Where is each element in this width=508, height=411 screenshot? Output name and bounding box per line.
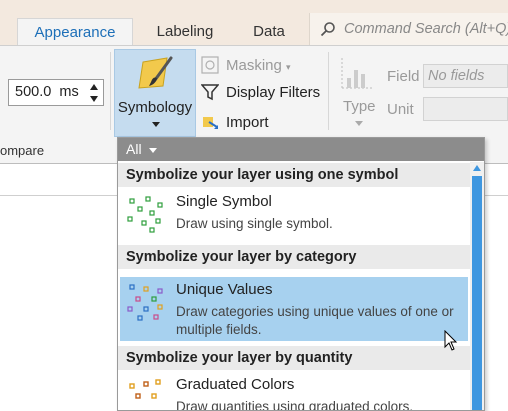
duration-spinner[interactable]: 500.0 ms xyxy=(8,79,104,106)
unique-values-option[interactable]: Unique Values Draw categories using uniq… xyxy=(120,277,468,341)
single-symbol-icon xyxy=(127,196,163,233)
filter-icon xyxy=(201,84,219,101)
chevron-down-icon xyxy=(152,122,160,127)
unique-values-icon xyxy=(127,284,163,321)
option-description: Draw using single symbol. xyxy=(176,216,333,231)
duration-value: 500.0 ms xyxy=(15,84,79,100)
search-icon xyxy=(320,22,335,37)
masking-button[interactable]: Masking ▾ xyxy=(226,57,291,74)
section-header: Symbolize your layer using one symbol xyxy=(118,163,470,187)
option-title: Unique Values xyxy=(176,281,273,298)
field-input[interactable]: No fields xyxy=(423,64,508,88)
ribbon-separator xyxy=(328,52,329,130)
symbology-gallery: All Symbolize your layer using one symbo… xyxy=(117,137,485,411)
gallery-scrollbar[interactable] xyxy=(470,162,484,410)
search-placeholder: Command Search (Alt+Q) xyxy=(344,21,508,37)
section-header: Symbolize your layer by category xyxy=(118,245,470,269)
field-label: Field xyxy=(387,68,420,85)
chevron-down-icon xyxy=(149,148,157,153)
option-title: Graduated Colors xyxy=(176,376,295,393)
command-search[interactable]: Command Search (Alt+Q) xyxy=(309,13,508,45)
single-symbol-option[interactable]: Single Symbol Draw using single symbol. xyxy=(120,189,468,243)
filter-dropdown[interactable]: All xyxy=(126,141,142,157)
import-button[interactable]: Import xyxy=(226,114,269,131)
masking-icon xyxy=(201,56,219,74)
display-filters-button[interactable]: Display Filters xyxy=(226,84,320,101)
gallery-filter-bar[interactable]: All xyxy=(118,138,484,161)
ribbon-separator xyxy=(110,52,111,130)
symbology-label: Symbology xyxy=(117,99,193,116)
scrollbar-thumb[interactable] xyxy=(472,176,482,410)
ribbon-top-border xyxy=(0,45,508,46)
field-value: No fields xyxy=(428,68,485,84)
scroll-up-icon[interactable] xyxy=(473,165,481,171)
type-dropdown[interactable]: Type xyxy=(343,98,376,115)
compare-group-label: ompare xyxy=(0,143,45,158)
spinner-arrows-icon[interactable] xyxy=(89,82,99,104)
import-icon xyxy=(203,117,218,129)
option-description: Draw quantities using graduated colors. xyxy=(176,399,414,411)
chart-type-icon xyxy=(341,58,373,89)
tab-appearance[interactable]: Appearance xyxy=(17,18,133,46)
graduated-colors-option[interactable]: Graduated Colors Draw quantities using g… xyxy=(120,372,468,411)
graduated-colors-icon xyxy=(129,379,161,399)
option-description: Draw categories using unique values of o… xyxy=(176,304,454,337)
unit-input[interactable] xyxy=(423,97,508,121)
tab-data[interactable]: Data xyxy=(238,18,300,46)
option-title: Single Symbol xyxy=(176,193,272,210)
chevron-down-icon: ▾ xyxy=(286,62,291,72)
symbology-brush-icon xyxy=(138,56,173,89)
unit-label: Unit xyxy=(387,101,414,118)
section-header: Symbolize your layer by quantity xyxy=(118,346,470,370)
chevron-down-icon xyxy=(355,121,363,126)
symbology-button[interactable]: Symbology xyxy=(114,49,196,137)
tab-labeling[interactable]: Labeling xyxy=(143,18,227,46)
mouse-cursor-icon xyxy=(444,330,458,351)
